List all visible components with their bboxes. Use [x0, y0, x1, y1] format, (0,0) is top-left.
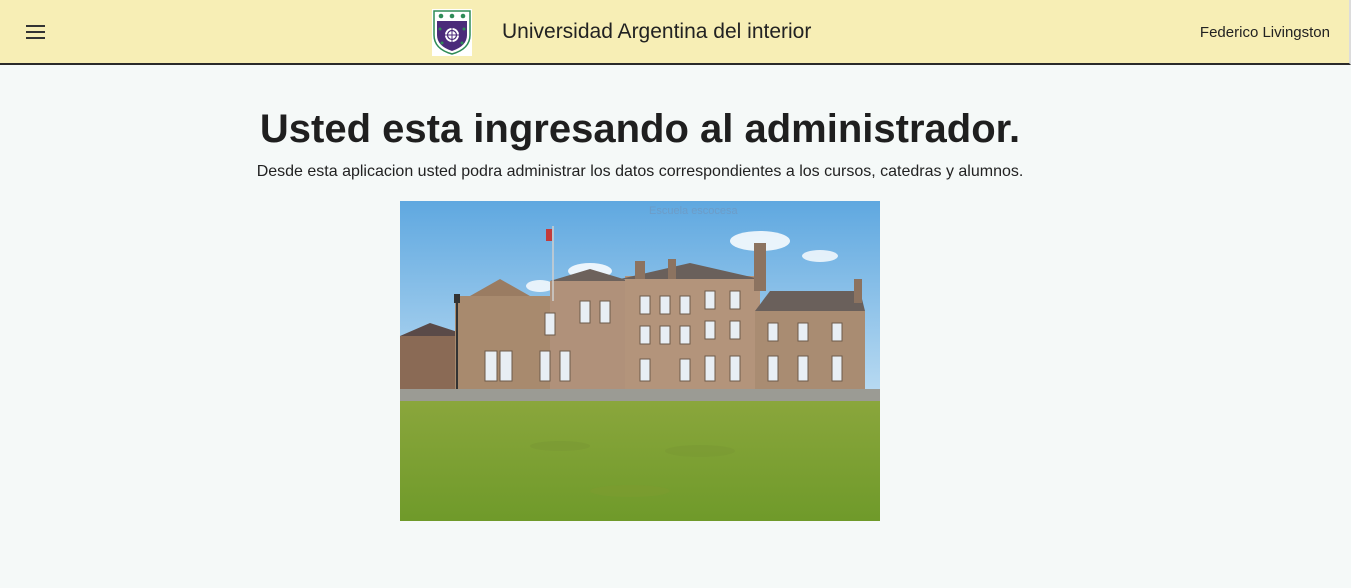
user-name[interactable]: Federico Livingston	[1200, 24, 1330, 42]
menu-icon-line	[25, 31, 45, 33]
university-building-photo	[400, 201, 880, 521]
image-caption: Escuela escocesa	[649, 205, 738, 217]
page-heading: Usted esta ingresando al administrador.	[259, 107, 1021, 151]
top-app-bar: Universidad Argentina del interior Feder…	[0, 0, 1351, 65]
page-subtitle: Desde esta aplicacion usted podra admini…	[256, 163, 1024, 180]
app-title: Universidad Argentina del interior	[502, 20, 812, 43]
menu-icon-line	[25, 37, 45, 39]
university-crest-icon	[432, 9, 472, 56]
menu-button[interactable]	[17, 16, 53, 48]
menu-icon-line	[25, 25, 45, 27]
